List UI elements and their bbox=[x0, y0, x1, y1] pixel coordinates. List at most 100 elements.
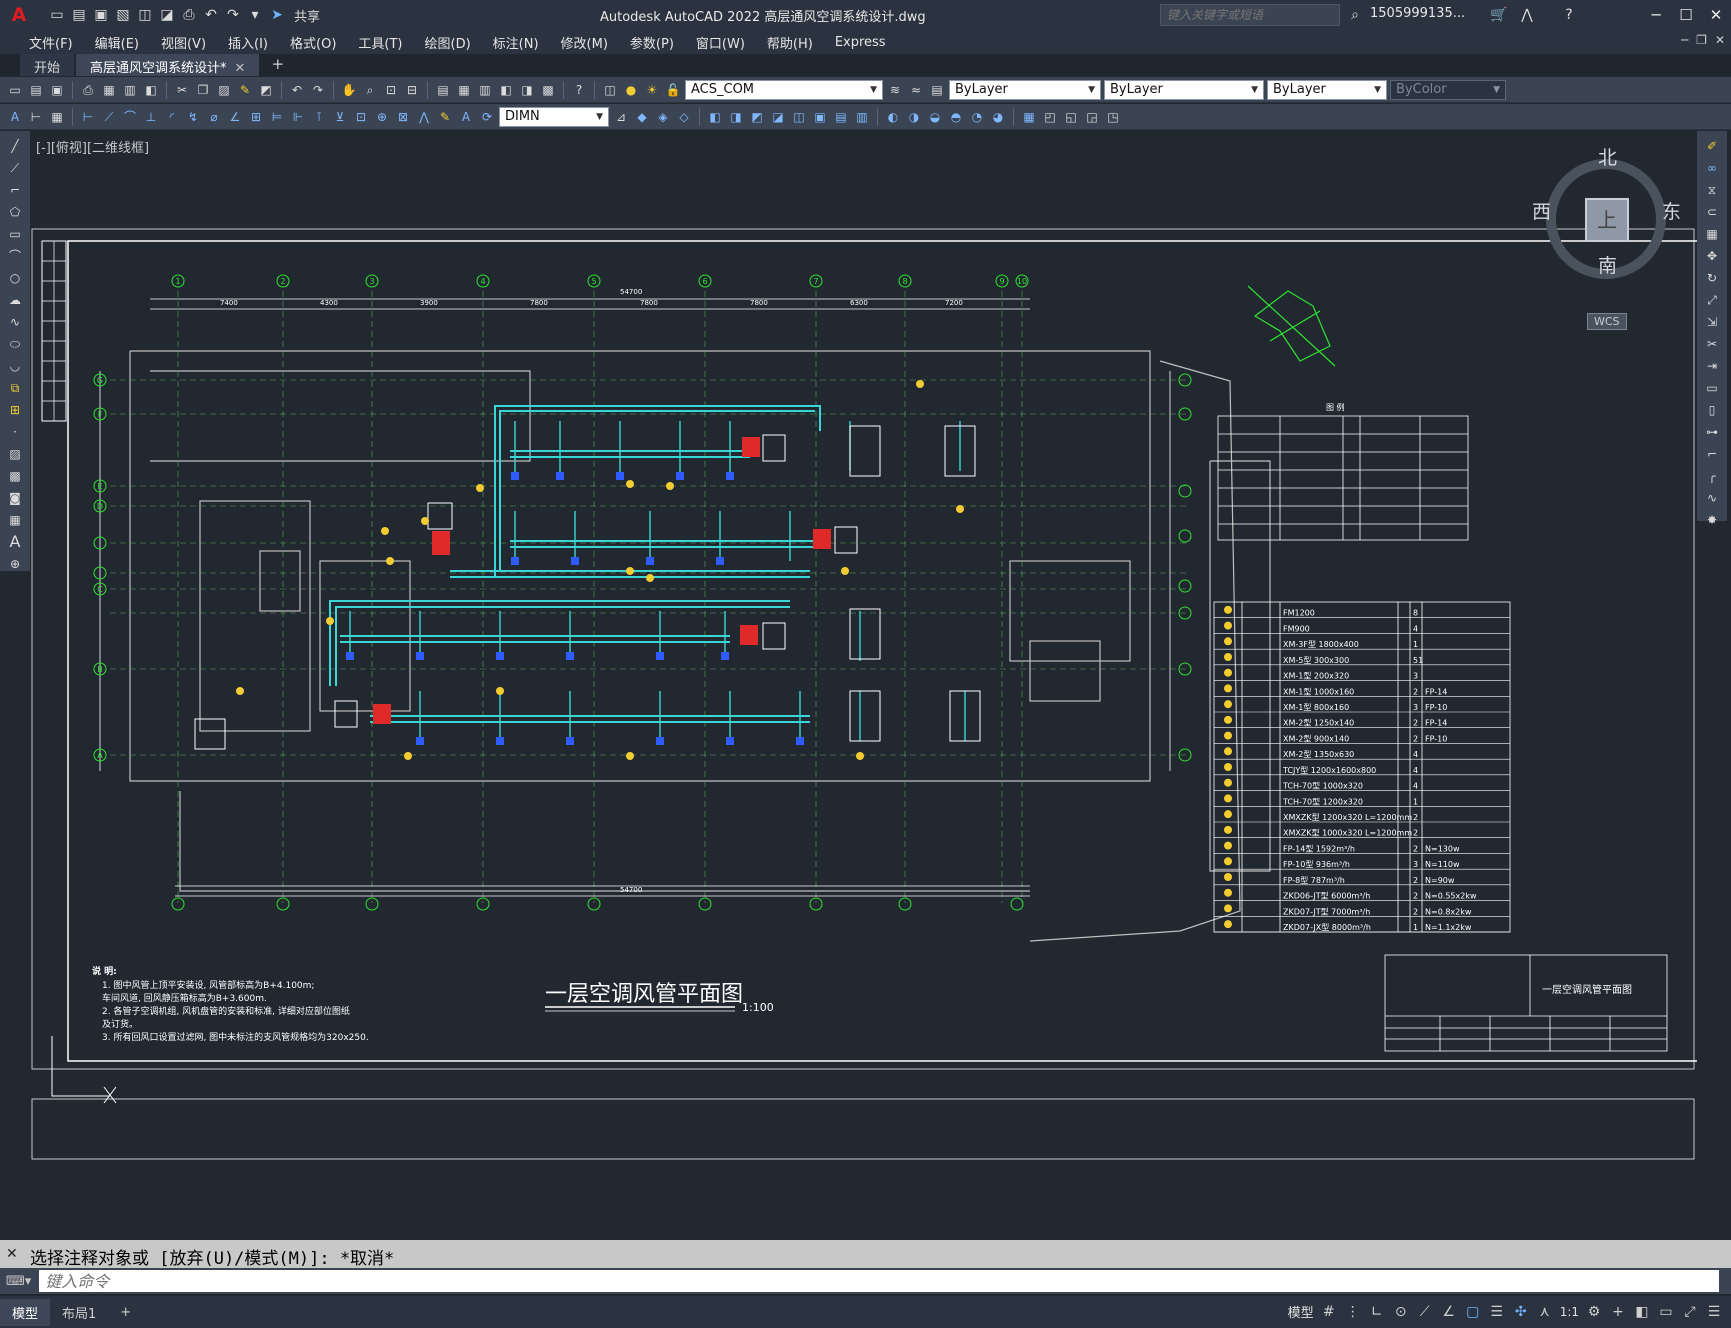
rectangle-icon[interactable]: ▭ bbox=[6, 225, 24, 243]
union-icon[interactable]: ◫ bbox=[790, 108, 808, 126]
move-icon[interactable]: ✥ bbox=[1703, 247, 1721, 265]
snap-icon[interactable]: ⋮ bbox=[1344, 1303, 1362, 1321]
separate-icon[interactable]: ◔ bbox=[968, 108, 986, 126]
menu-tools[interactable]: 工具(T) bbox=[347, 33, 413, 52]
share-button[interactable]: 共享 bbox=[294, 6, 320, 25]
compass-south[interactable]: 南 bbox=[1598, 251, 1617, 278]
arc-icon[interactable]: ⌒ bbox=[6, 247, 24, 265]
menu-draw[interactable]: 绘图(D) bbox=[414, 33, 482, 52]
maximize-icon[interactable]: ☐ bbox=[1671, 0, 1701, 30]
line-icon[interactable]: ╱ bbox=[6, 137, 24, 155]
construction-line-icon[interactable]: ⟋ bbox=[6, 159, 24, 177]
dim-edit-icon[interactable]: ✎ bbox=[436, 108, 454, 126]
revision-cloud-icon[interactable]: ☁ bbox=[6, 291, 24, 309]
3d-box-icon[interactable]: ◆ bbox=[633, 108, 651, 126]
polar-icon[interactable]: ⊙ bbox=[1392, 1303, 1410, 1321]
add-selected-icon[interactable]: ⊕ bbox=[6, 555, 24, 573]
insert-block-icon[interactable]: ⧉ bbox=[6, 379, 24, 397]
compass-north[interactable]: 北 bbox=[1598, 143, 1617, 170]
properties-icon[interactable]: ▤ bbox=[434, 81, 452, 99]
dim-text-edit-icon[interactable]: A bbox=[457, 108, 475, 126]
break-icon[interactable]: ▯ bbox=[1703, 401, 1721, 419]
command-input[interactable] bbox=[39, 1270, 1720, 1292]
extrude-icon[interactable]: ◧ bbox=[706, 108, 724, 126]
extend-icon[interactable]: ⇥ bbox=[1703, 357, 1721, 375]
color-dropdown[interactable]: ByLayer ▼ bbox=[949, 79, 1101, 100]
zoom-realtime-icon[interactable]: ⌕ bbox=[361, 81, 379, 99]
tab-start[interactable]: 开始 bbox=[20, 54, 75, 76]
bulb-icon[interactable]: ● bbox=[622, 81, 640, 99]
plot-icon[interactable]: ⎙ bbox=[180, 6, 198, 24]
3d-print-icon[interactable]: ◧ bbox=[142, 81, 160, 99]
new-icon[interactable]: ▭ bbox=[48, 6, 66, 24]
center-mark-icon[interactable]: ⊕ bbox=[373, 108, 391, 126]
cart-icon[interactable]: 🛒 bbox=[1490, 6, 1508, 24]
table-style-icon[interactable]: ▦ bbox=[48, 108, 66, 126]
baseline-dim-icon[interactable]: ⊨ bbox=[268, 108, 286, 126]
copy-object-icon[interactable]: ∞ bbox=[1703, 159, 1721, 177]
menu-file[interactable]: 文件(F) bbox=[18, 33, 84, 52]
dim-space-icon[interactable]: ⊺ bbox=[310, 108, 328, 126]
plotstyle-dropdown[interactable]: ByColor ▼ bbox=[1390, 79, 1506, 100]
isolate-objects-icon[interactable]: ◧ bbox=[1633, 1303, 1651, 1321]
save-icon[interactable]: ▣ bbox=[92, 6, 110, 24]
save-as-icon[interactable]: ▧ bbox=[114, 6, 132, 24]
3d-cone-icon[interactable]: ◇ bbox=[675, 108, 693, 126]
lineweight-dropdown[interactable]: ByLayer ▼ bbox=[1267, 79, 1387, 100]
layout-tab-layout1[interactable]: 布局1 bbox=[50, 1299, 108, 1326]
compass-west[interactable]: 西 bbox=[1532, 197, 1551, 224]
cut-icon[interactable]: ✂ bbox=[173, 81, 191, 99]
minimize-icon[interactable]: ─ bbox=[1641, 0, 1671, 30]
array-icon[interactable]: ▦ bbox=[1703, 225, 1721, 243]
doc-restore-icon[interactable]: ❐ bbox=[1696, 33, 1707, 47]
animation-icon[interactable]: ◳ bbox=[1104, 108, 1122, 126]
drawing-canvas[interactable]: [-][俯视][二维线框] 7400 4300 3900 7800 7800 7… bbox=[30, 131, 1697, 1236]
autocad-logo-icon[interactable]: A bbox=[6, 2, 32, 28]
ordinate-dim-icon[interactable]: ⊥ bbox=[142, 108, 160, 126]
lock-icon[interactable]: 🔓 bbox=[664, 81, 682, 99]
menu-help[interactable]: 帮助(H) bbox=[756, 33, 824, 52]
revolve-icon[interactable]: ◨ bbox=[727, 108, 745, 126]
spline-icon[interactable]: ∿ bbox=[6, 313, 24, 331]
object-snap-icon[interactable]: ▢ bbox=[1464, 1303, 1482, 1321]
gradient-icon[interactable]: ▩ bbox=[6, 467, 24, 485]
menu-window[interactable]: 窗口(W) bbox=[685, 33, 756, 52]
subtract-icon[interactable]: ▣ bbox=[811, 108, 829, 126]
inspection-icon[interactable]: ⊠ bbox=[394, 108, 412, 126]
offset-icon[interactable]: ⊂ bbox=[1703, 203, 1721, 221]
hatch-icon[interactable]: ▨ bbox=[6, 445, 24, 463]
search-icon[interactable]: ⌕ bbox=[1346, 6, 1364, 24]
presspull-icon[interactable]: ▥ bbox=[853, 108, 871, 126]
fly-icon[interactable]: ◲ bbox=[1083, 108, 1101, 126]
polyline-icon[interactable]: ⌐ bbox=[6, 181, 24, 199]
hardware-acceleration-icon[interactable]: ▭ bbox=[1657, 1303, 1675, 1321]
region-icon[interactable]: ◙ bbox=[6, 489, 24, 507]
block-editor-icon[interactable]: ◩ bbox=[257, 81, 275, 99]
ellipse-icon[interactable]: ⬭ bbox=[6, 335, 24, 353]
open-icon[interactable]: ▤ bbox=[70, 6, 88, 24]
settings-gear-icon[interactable]: ⚙ bbox=[1585, 1303, 1603, 1321]
close-tab-icon[interactable]: ✕ bbox=[235, 61, 246, 76]
layer-states-icon[interactable]: ▤ bbox=[928, 81, 946, 99]
calculator-icon[interactable]: ▩ bbox=[539, 81, 557, 99]
jogged-dim-icon[interactable]: ↯ bbox=[184, 108, 202, 126]
viewcube-top-face[interactable]: 上 bbox=[1585, 198, 1629, 242]
dimstyle-manager-icon[interactable]: ⊿ bbox=[612, 108, 630, 126]
viewcube[interactable]: 上 北 南 西 东 WCS bbox=[1532, 143, 1682, 330]
user-account[interactable]: 1505999135... bbox=[1370, 6, 1465, 21]
help-icon[interactable]: ? bbox=[1560, 6, 1578, 24]
stretch-icon[interactable]: ⇲ bbox=[1703, 313, 1721, 331]
customization-icon[interactable]: ☰ bbox=[1705, 1303, 1723, 1321]
scale-icon[interactable]: ⤢ bbox=[1703, 291, 1721, 309]
intersect-icon[interactable]: ▤ bbox=[832, 108, 850, 126]
menu-modify[interactable]: 修改(M) bbox=[550, 33, 619, 52]
undo-icon[interactable]: ↶ bbox=[202, 6, 220, 24]
mirror-icon[interactable]: ⧖ bbox=[1703, 181, 1721, 199]
new-tab-icon[interactable]: + bbox=[261, 52, 294, 76]
plot-preview-icon[interactable]: ▦ bbox=[100, 81, 118, 99]
radius-dim-icon[interactable]: ◜ bbox=[163, 108, 181, 126]
tolerance-icon[interactable]: ⊡ bbox=[352, 108, 370, 126]
add-layout-icon[interactable]: + bbox=[108, 1301, 143, 1324]
menu-parametric[interactable]: 参数(P) bbox=[619, 33, 685, 52]
continue-dim-icon[interactable]: ⊩ bbox=[289, 108, 307, 126]
